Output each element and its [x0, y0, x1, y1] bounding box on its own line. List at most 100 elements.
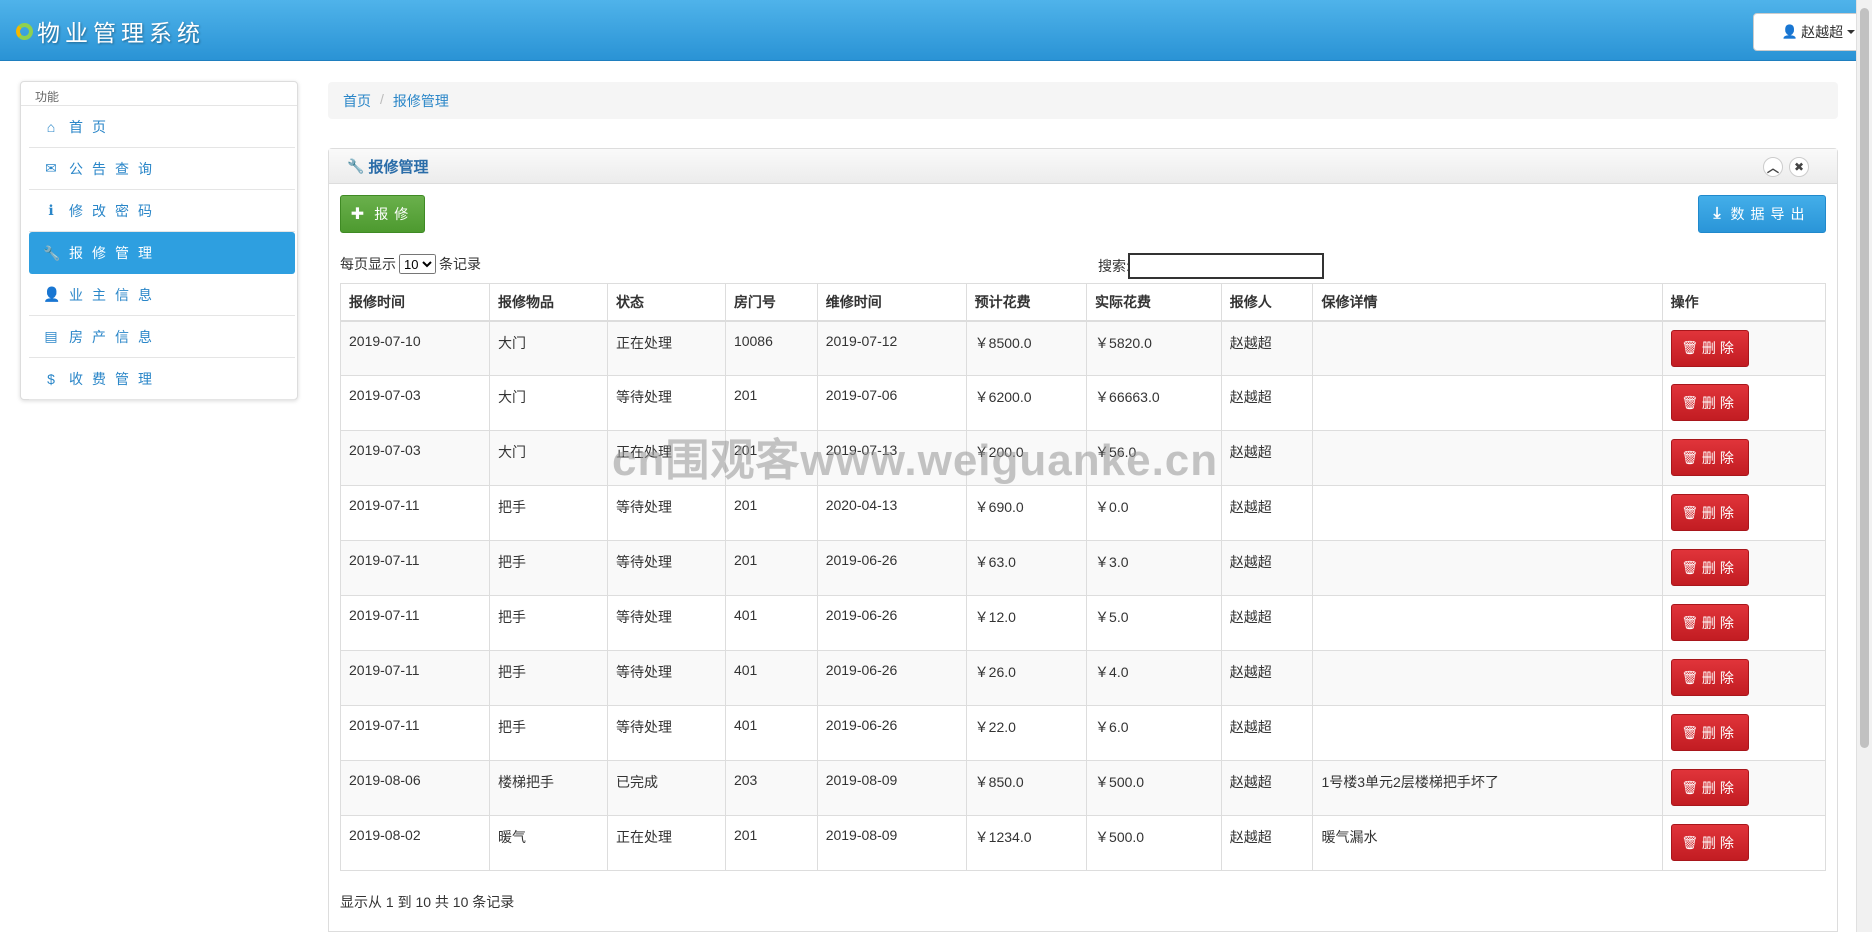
table-cell: ￥3.0: [1086, 540, 1222, 596]
sidebar-item-2[interactable]: ℹ 修改密码: [29, 190, 295, 232]
table-cell: 2019-07-11: [340, 540, 490, 596]
column-header[interactable]: 操作: [1661, 283, 1827, 322]
breadcrumb-current[interactable]: 报修管理: [393, 91, 449, 110]
column-header[interactable]: 报修物品: [488, 283, 608, 322]
delete-button[interactable]: 🗑 删除: [1670, 824, 1749, 861]
sidebar-item-4[interactable]: 👤 业主信息: [29, 274, 295, 316]
table-cell: ￥5820.0: [1086, 320, 1222, 376]
sidebar-item-0[interactable]: ⌂ 首页: [29, 106, 295, 148]
column-header[interactable]: 报修人: [1220, 283, 1314, 322]
column-header[interactable]: 报修时间: [340, 283, 490, 322]
trash-icon: 🗑: [1681, 394, 1698, 410]
table-cell: 等待处理: [606, 540, 726, 596]
table-cell: 赵越超: [1220, 815, 1314, 871]
user-menu-button[interactable]: 👤 赵越超: [1753, 13, 1872, 51]
trash-icon: 🗑: [1681, 449, 1698, 465]
trash-icon: 🗑: [1681, 340, 1698, 355]
table-cell: ￥850.0: [965, 760, 1088, 816]
plus-icon: ✚: [350, 206, 365, 223]
table-cell: 赵越超: [1220, 375, 1314, 431]
delete-button[interactable]: 🗑 删除: [1670, 384, 1749, 421]
page-length-select[interactable]: 10: [399, 254, 436, 274]
table-cell: [1312, 375, 1663, 431]
action-cell: 🗑 删除: [1661, 485, 1827, 541]
breadcrumb-home-link[interactable]: 首页: [343, 91, 371, 110]
delete-button[interactable]: 🗑 删除: [1670, 769, 1749, 806]
table-cell: 2019-07-03: [340, 375, 490, 431]
trash-icon: 🗑: [1681, 559, 1698, 575]
table-cell: ￥5.0: [1086, 595, 1222, 651]
table-cell: 正在处理: [606, 430, 726, 486]
delete-button[interactable]: 🗑 删除: [1670, 494, 1749, 531]
column-header[interactable]: 预计花费: [965, 283, 1088, 322]
table-cell: 等待处理: [606, 650, 726, 706]
delete-button[interactable]: 🗑 删除: [1670, 714, 1749, 751]
search-control: 搜索:: [1098, 253, 1324, 279]
delete-button[interactable]: 🗑 删除: [1670, 604, 1749, 641]
delete-button[interactable]: 🗑 删除: [1670, 439, 1749, 476]
close-panel-button[interactable]: ✖: [1789, 157, 1809, 177]
table-cell: 等待处理: [606, 485, 726, 541]
delete-label: 删除: [1701, 504, 1738, 521]
scrollbar-thumb[interactable]: [1860, 8, 1869, 748]
table-cell: 正在处理: [606, 815, 726, 871]
sidebar-item-label: 报修管理: [69, 245, 161, 261]
column-header[interactable]: 维修时间: [816, 283, 967, 322]
table-cell: [1312, 705, 1663, 761]
table-cell: 2019-08-02: [340, 815, 490, 871]
trash-icon: 🗑: [1681, 669, 1698, 685]
sidebar-item-3[interactable]: 🔧 报修管理: [29, 232, 295, 274]
trash-icon: 🗑: [1681, 504, 1698, 520]
table-row: 2019-07-03 大门 正在处理 201 2019-07-13 ￥200.0 ￥56.0…: [340, 430, 1827, 486]
delete-button[interactable]: 🗑 删除: [1670, 329, 1749, 367]
table-row: 2019-08-02 暖气 正在处理 201 2019-08-09 ￥1234.0 ￥500…: [340, 815, 1827, 871]
table-cell: 201: [724, 815, 818, 871]
caret-down-icon: [1847, 30, 1856, 34]
table-cell: 1号楼3单元2层楼梯把手坏了: [1312, 760, 1663, 816]
add-repair-button[interactable]: ✚ 报修: [340, 195, 425, 233]
info-icon: ℹ: [48, 202, 54, 218]
table-cell: 2019-08-06: [340, 760, 490, 816]
table-cell: ￥26.0: [965, 650, 1088, 706]
table-cell: 2020-04-13: [816, 485, 967, 541]
delete-button[interactable]: 🗑 删除: [1670, 549, 1749, 586]
table-cell: [1312, 595, 1663, 651]
table-cell: 401: [724, 650, 818, 706]
table-cell: 赵越超: [1220, 540, 1314, 596]
table-cell: 大门: [488, 430, 608, 486]
sidebar-item-1[interactable]: ✉ 公告查询: [29, 148, 295, 190]
panel-title: 报修管理: [368, 158, 429, 176]
vertical-scrollbar[interactable]: [1856, 0, 1872, 932]
table-cell: 正在处理: [606, 320, 726, 376]
search-input[interactable]: [1127, 253, 1324, 279]
trash-icon: 🗑: [1681, 779, 1698, 795]
table-row: 2019-07-11 把手 等待处理 201 2019-06-26 ￥63.0 ￥3.0 赵越…: [340, 540, 1827, 596]
table-body: 2019-07-10 大门 正在处理 10086 2019-07-12 ￥8500.0 ￥5…: [340, 320, 1827, 871]
table-cell: ￥6200.0: [965, 375, 1088, 431]
column-header[interactable]: 保修详情: [1312, 283, 1663, 322]
app-brand[interactable]: 物业管理系统: [16, 14, 205, 48]
table-cell: 等待处理: [606, 705, 726, 761]
sidebar-item-6[interactable]: $ 收费管理: [29, 358, 295, 400]
column-header[interactable]: 实际花费: [1086, 283, 1222, 322]
table-cell: 2019-07-11: [340, 705, 490, 761]
collapse-button[interactable]: ︿: [1763, 157, 1783, 177]
page-length-prefix: 每页显示: [340, 256, 396, 272]
table-cell: 201: [724, 430, 818, 486]
sidebar-item-5[interactable]: ▤ 房产信息: [29, 316, 295, 358]
page-length-control: 每页显示 10 条记录: [340, 254, 481, 274]
table-cell: 2019-07-12: [816, 320, 967, 376]
table-cell: 2019-06-26: [816, 595, 967, 651]
sidebar: 功能 ⌂ 首页 ✉ 公告查询 ℹ 修改密码 🔧 报修管理 👤 业主信息 ▤ 房产信息 $ 收费管理: [20, 81, 298, 400]
delete-label: 删除: [1701, 724, 1738, 741]
export-data-button[interactable]: ⤓ 数据导出: [1698, 195, 1826, 233]
table-cell: 2019-07-13: [816, 430, 967, 486]
table-row: 2019-07-03 大门 等待处理 201 2019-07-06 ￥6200.0 ￥666…: [340, 375, 1827, 431]
column-header[interactable]: 房门号: [724, 283, 818, 322]
repair-panel: 🔧 报修管理 ︿ ✖ ✚ 报修 ⤓ 数据导出 每页显示 10 条记录 搜索: 报…: [328, 148, 1838, 932]
delete-button[interactable]: 🗑 删除: [1670, 659, 1749, 696]
table-cell: 2019-08-09: [816, 815, 967, 871]
column-header[interactable]: 状态: [606, 283, 726, 322]
sidebar-item-label: 业主信息: [69, 286, 161, 303]
user-icon: 👤: [43, 286, 61, 302]
